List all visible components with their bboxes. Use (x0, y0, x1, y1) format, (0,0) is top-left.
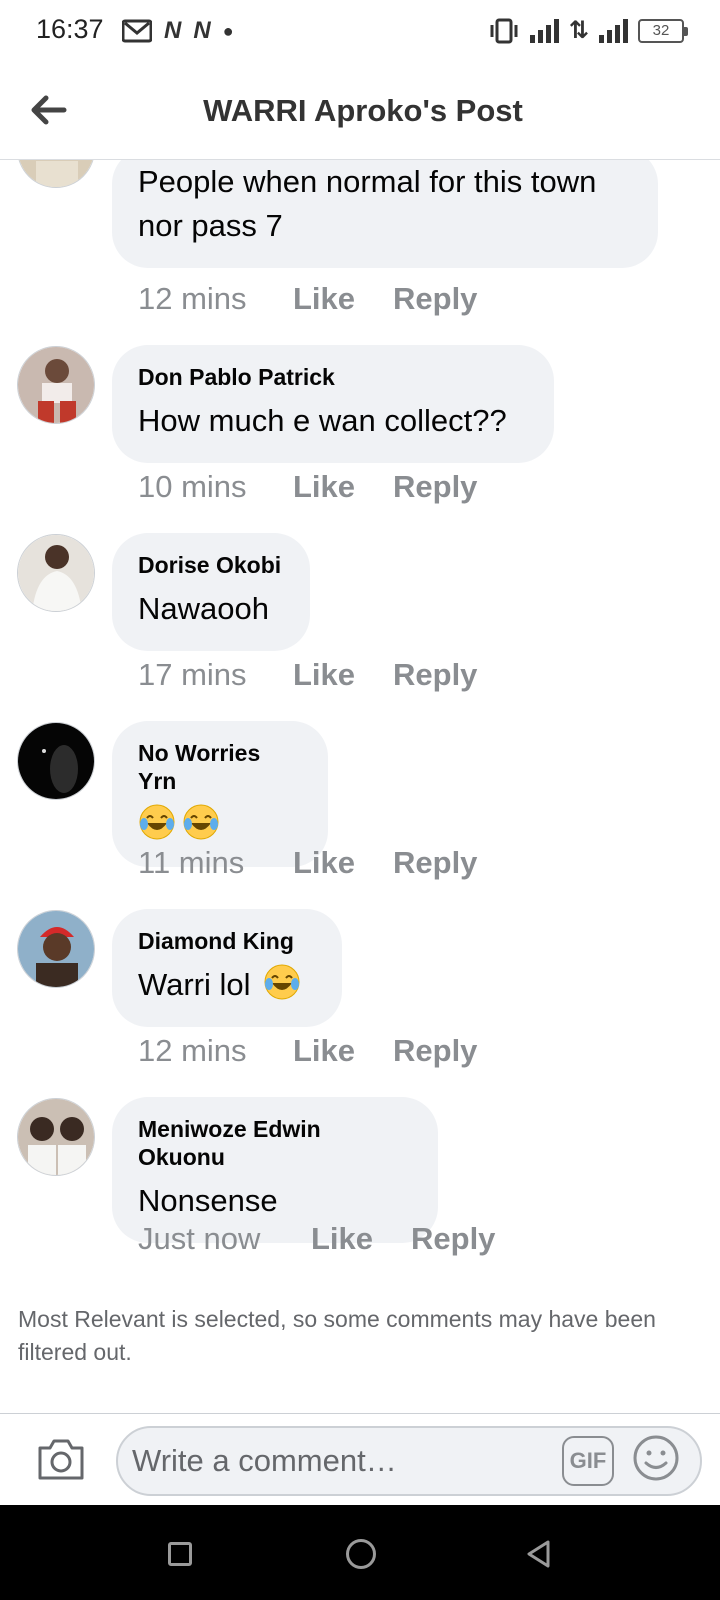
avatar[interactable] (17, 1098, 95, 1176)
avatar[interactable] (17, 160, 95, 188)
comment-actions: 17 mins Like Reply (138, 656, 477, 694)
comment-composer: GIF (0, 1413, 720, 1505)
reply-button[interactable]: Reply (393, 844, 477, 882)
comment-text: Nawaooh (138, 591, 269, 626)
n-app-icon: N (193, 17, 211, 44)
comment-author[interactable]: No Worries Yrn (138, 739, 302, 795)
reply-button[interactable]: Reply (393, 1032, 477, 1070)
comment-actions: 10 mins Like Reply (138, 468, 477, 506)
comment-time: Just now (138, 1221, 261, 1256)
status-bar: 16:37 N N ● ⇅ 32 (0, 0, 720, 66)
comment-text: Nonsense (138, 1183, 278, 1218)
system-nav-bar (0, 1505, 720, 1600)
smiley-icon[interactable] (632, 1434, 680, 1482)
notification-icons: N N ● (122, 16, 234, 46)
dot-icon: ● (222, 21, 234, 41)
filter-notice: Most Relevant is selected, so some comme… (18, 1306, 656, 1365)
comment-text (138, 803, 302, 847)
comment-bubble[interactable]: People when normal for this town nor pas… (112, 160, 658, 268)
like-button[interactable]: Like (293, 468, 393, 506)
like-button[interactable]: Like (311, 1220, 411, 1258)
data-arrows-icon: ⇅ (568, 17, 589, 44)
comment-actions: 11 mins Like Reply (138, 844, 477, 882)
tears-of-joy-emoji (183, 804, 219, 840)
comment-time: 17 mins (138, 657, 247, 692)
h-plus-signal-icon (599, 19, 628, 43)
comment-text: People when normal for this town nor pas… (138, 164, 597, 243)
app-header: WARRI Aproko's Post (0, 66, 720, 160)
comment-bubble[interactable]: Diamond King Warri lol (112, 909, 342, 1027)
tears-of-joy-emoji (139, 804, 175, 840)
system-icons: ⇅ 32 (488, 16, 688, 46)
comment-author[interactable]: Diamond King (138, 927, 316, 955)
like-button[interactable]: Like (293, 656, 393, 694)
comment-bubble[interactable]: Dorise Okobi Nawaooh (112, 533, 310, 651)
comment-text: How much e wan collect?? (138, 403, 507, 438)
avatar[interactable] (17, 910, 95, 988)
avatar[interactable] (17, 346, 95, 424)
camera-icon[interactable] (36, 1436, 86, 1482)
status-time: 16:37 (36, 14, 104, 44)
comments-list[interactable]: People when normal for this town nor pas… (0, 160, 720, 1413)
comment-author[interactable]: Dorise Okobi (138, 551, 284, 579)
comment-actions: 12 mins Like Reply (138, 1032, 477, 1070)
avatar[interactable] (17, 534, 95, 612)
n-app-icon: N (164, 17, 182, 44)
comment-actions: Just now Like Reply (138, 1220, 495, 1258)
battery-icon: 32 (638, 19, 688, 43)
gmail-icon (122, 19, 152, 43)
avatar[interactable] (17, 722, 95, 800)
vibrate-icon (490, 18, 518, 44)
comment-input[interactable] (116, 1426, 702, 1496)
comment-text: Warri lol (138, 963, 316, 1007)
like-button[interactable]: Like (293, 844, 393, 882)
back-icon[interactable] (524, 1539, 554, 1569)
like-button[interactable]: Like (293, 1032, 393, 1070)
comment-bubble[interactable]: Don Pablo Patrick How much e wan collect… (112, 345, 554, 463)
comment-time: 12 mins (138, 281, 247, 316)
comment-text-content: Warri lol (138, 967, 251, 1002)
reply-button[interactable]: Reply (411, 1220, 495, 1258)
like-button[interactable]: Like (293, 280, 393, 318)
reply-button[interactable]: Reply (393, 280, 477, 318)
tears-of-joy-emoji (264, 964, 300, 1000)
comment-time: 12 mins (138, 1033, 247, 1068)
comment-actions: 12 mins Like Reply (138, 280, 477, 318)
home-icon[interactable] (346, 1539, 376, 1569)
comment-time: 10 mins (138, 469, 247, 504)
page-title: WARRI Aproko's Post (203, 93, 523, 128)
signal-icon (529, 19, 559, 43)
recent-apps-icon[interactable] (168, 1542, 192, 1566)
reply-button[interactable]: Reply (393, 656, 477, 694)
comment-time: 11 mins (138, 845, 245, 880)
comment-author[interactable]: Meniwoze Edwin Okuonu (138, 1115, 412, 1171)
gif-button[interactable]: GIF (562, 1436, 614, 1486)
comment-author[interactable]: Don Pablo Patrick (138, 363, 528, 391)
reply-button[interactable]: Reply (393, 468, 477, 506)
